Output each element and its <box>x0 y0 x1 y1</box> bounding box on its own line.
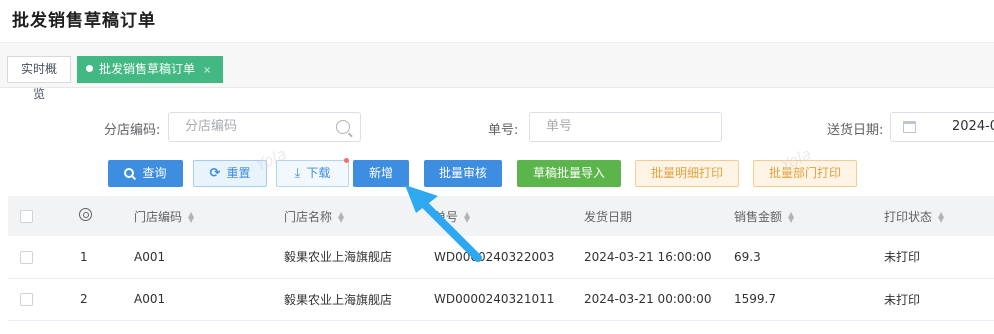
pointer-arrow-annotation <box>405 185 482 262</box>
arrow-shaft <box>416 196 482 262</box>
